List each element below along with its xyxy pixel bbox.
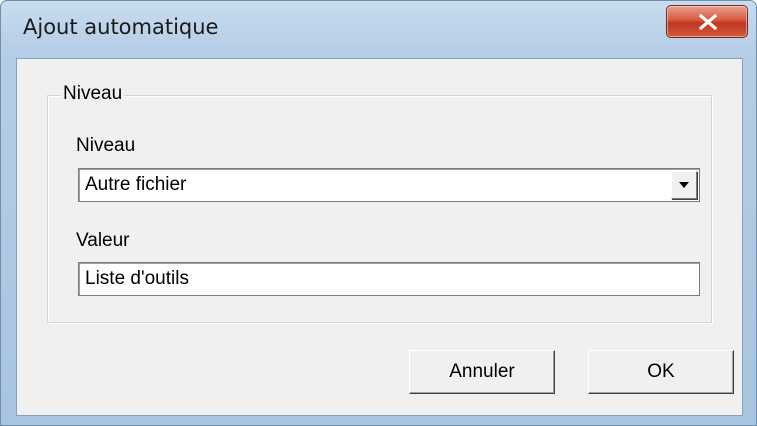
title-bar[interactable]: Ajout automatique [1, 1, 756, 57]
niveau-dropdown-button[interactable] [671, 171, 697, 199]
groupbox-legend: Niveau [61, 83, 125, 105]
window-title: Ajout automatique [23, 15, 219, 39]
niveau-label: Niveau [76, 135, 136, 156]
niveau-selected-value: Autre fichier [85, 174, 187, 195]
valeur-label: Valeur [76, 230, 130, 251]
ok-button[interactable]: OK [588, 350, 734, 394]
niveau-select[interactable]: Autre fichier [78, 168, 700, 202]
valeur-input[interactable]: Liste d'outils [78, 262, 700, 296]
dialog-client-area: Niveau Niveau Autre fichier Valeur Liste… [16, 58, 743, 416]
cancel-button[interactable]: Annuler [409, 350, 555, 394]
close-x-icon [698, 14, 718, 30]
chevron-down-icon [679, 182, 689, 188]
dialog-window: Ajout automatique Niveau Niveau Autre fi… [0, 0, 757, 426]
close-button[interactable] [666, 5, 748, 38]
